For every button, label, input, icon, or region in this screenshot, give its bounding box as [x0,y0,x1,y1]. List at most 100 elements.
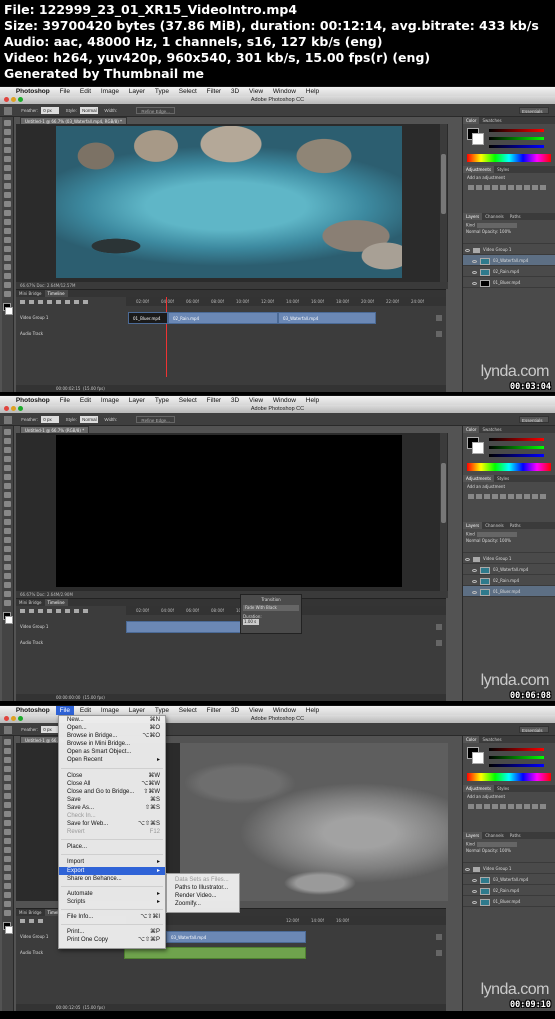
clip[interactable]: 02_Rain.mp4 [168,312,278,324]
layer-row[interactable]: 01_Bluer.mp4 [463,277,555,288]
green-slider[interactable] [489,446,544,449]
levels-icon[interactable] [476,185,482,190]
menu-window[interactable]: Window [269,706,300,715]
layer-row[interactable]: 02_Rain.mp4 [463,885,555,896]
bw-icon[interactable] [524,494,530,499]
dodge-tool-icon[interactable] [4,546,11,552]
first-frame-icon[interactable] [20,609,25,613]
color-spectrum[interactable] [467,773,551,781]
audio-icon[interactable] [56,300,61,304]
red-slider[interactable] [489,129,544,132]
hand-tool-icon[interactable] [4,901,11,907]
menu-item-save-as[interactable]: Save As... ⇧⌘S [59,804,165,812]
style-select[interactable]: Normal [80,416,99,424]
eyedropper-tool-icon[interactable] [4,474,11,480]
menu-item-open-smart-object[interactable]: Open as Smart Object... [59,748,165,756]
eye-icon[interactable] [472,900,477,904]
layer-row[interactable]: Video Group 1 [463,553,555,564]
menu-help[interactable]: Help [302,87,323,96]
blue-slider[interactable] [489,764,544,767]
layer-row[interactable]: 02_Rain.mp4 [463,575,555,586]
brightness-icon[interactable] [468,494,474,499]
eye-icon[interactable] [472,590,477,594]
add-media-icon[interactable] [436,934,442,940]
style-select[interactable]: Normal [80,107,99,115]
blue-slider[interactable] [489,145,544,148]
menu-app[interactable]: Photoshop [12,396,54,405]
color-spectrum[interactable] [467,463,551,471]
stamp-tool-icon[interactable] [4,811,11,817]
eye-icon[interactable] [472,579,477,583]
brush-tool-icon[interactable] [4,802,11,808]
quick-select-tool-icon[interactable] [4,456,11,462]
history-brush-tool-icon[interactable] [4,510,11,516]
eyedropper-tool-icon[interactable] [4,165,11,171]
menu-item-open[interactable]: Open... ⌘O [59,724,165,732]
menu-item-browse-bridge[interactable]: Browse in Bridge... ⌥⌘O [59,732,165,740]
add-media-icon[interactable] [436,624,442,630]
blur-tool-icon[interactable] [4,228,11,234]
menu-item-place[interactable]: Place... [59,843,165,851]
crop-tool-icon[interactable] [4,156,11,162]
healing-tool-icon[interactable] [4,174,11,180]
tab-mini-bridge[interactable]: Mini Bridge [16,909,45,916]
history-brush-tool-icon[interactable] [4,201,11,207]
add-audio-icon[interactable] [436,950,442,956]
menu-item-print-one-copy[interactable]: Print One Copy ⌥⇧⌘P [59,936,165,944]
menu-item-print[interactable]: Print... ⌘P [59,928,165,936]
tab-color[interactable]: Color [463,426,480,433]
hue-icon[interactable] [508,494,514,499]
hand-tool-icon[interactable] [4,282,11,288]
menu-item-scripts[interactable]: Scripts ▸ [59,898,165,906]
shape-tool-icon[interactable] [4,273,11,279]
refine-edge-button[interactable]: Refine Edge... [136,416,175,424]
add-audio-icon[interactable] [436,640,442,646]
layer-filter-kind[interactable]: Kind [466,532,475,537]
canvas-scrollbar[interactable] [440,124,447,282]
tab-channels[interactable]: Channels [482,832,507,839]
menu-item-share-behance[interactable]: Share on Behance... [59,875,165,883]
background-color-swatch[interactable] [5,616,13,624]
first-frame-icon[interactable] [20,300,25,304]
menu-help[interactable]: Help [302,396,323,405]
curves-icon[interactable] [484,804,490,809]
green-slider[interactable] [489,137,544,140]
refine-edge-button[interactable]: Refine Edge... [136,107,175,115]
workspace-select[interactable]: Essentials [519,416,549,423]
lasso-tool-icon[interactable] [4,447,11,453]
first-frame-icon[interactable] [20,919,25,923]
stamp-tool-icon[interactable] [4,501,11,507]
menu-item-close-all[interactable]: Close All ⌥⌘W [59,780,165,788]
eraser-tool-icon[interactable] [4,519,11,525]
menu-layer[interactable]: Layer [125,396,149,405]
opacity-field[interactable]: Opacity: 100% [482,848,511,853]
add-media-icon[interactable] [436,315,442,321]
red-slider[interactable] [489,438,544,441]
curves-icon[interactable] [484,185,490,190]
audio-icon[interactable] [56,609,61,613]
brightness-icon[interactable] [468,185,474,190]
menu-window[interactable]: Window [269,396,300,405]
document-tab[interactable]: Untitled-1 @ 66.7% (03_Waterfall.mp4, RG… [20,117,128,124]
eraser-tool-icon[interactable] [4,829,11,835]
quick-select-tool-icon[interactable] [4,147,11,153]
brightness-icon[interactable] [468,804,474,809]
layer-row[interactable]: 03_Waterfall.mp4 [463,255,555,266]
marquee-tool-icon[interactable] [4,415,12,424]
brush-tool-icon[interactable] [4,183,11,189]
tab-timeline[interactable]: Timeline [44,599,68,606]
menu-file[interactable]: File [56,87,74,96]
photo-filter-icon[interactable] [532,804,538,809]
curves-icon[interactable] [484,494,490,499]
menu-edit[interactable]: Edit [76,396,95,405]
color-balance-icon[interactable] [516,494,522,499]
menu-item-import[interactable]: Import ▸ [59,858,165,866]
menu-item-save-for-web[interactable]: Save for Web... ⌥⇧⌘S [59,820,165,828]
red-slider[interactable] [489,748,544,751]
clip[interactable] [126,621,251,633]
color-balance-icon[interactable] [516,185,522,190]
menu-item-save[interactable]: Save ⌘S [59,796,165,804]
next-frame-icon[interactable] [47,300,52,304]
tab-mini-bridge[interactable]: Mini Bridge [16,290,45,297]
channel-mixer-icon[interactable] [540,804,546,809]
